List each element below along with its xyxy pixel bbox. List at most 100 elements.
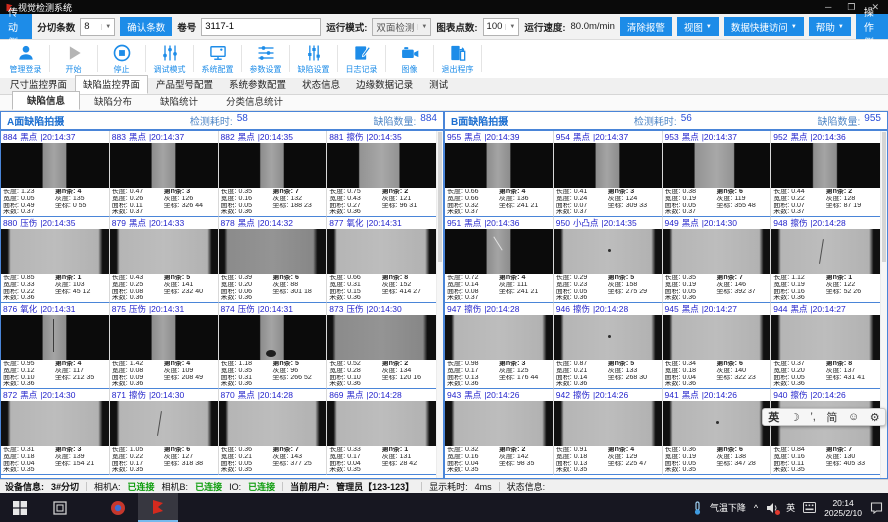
taskbar-clock[interactable]: 20:14 2025/2/10: [824, 498, 862, 518]
defect-cell[interactable]: 944 黑点 |20:14:27 长度:0.37 宽度:0.20 面积:0.05…: [771, 303, 880, 389]
defect-cell[interactable]: 955 黑点 |20:14:39 长度:0.66 宽度:0.66 面积:0.32…: [445, 131, 554, 217]
defect-image[interactable]: [1, 315, 109, 360]
defect-image[interactable]: [771, 143, 880, 188]
defect-image[interactable]: [445, 143, 553, 188]
defect-cell[interactable]: 949 黑点 |20:14:30 长度:0.35 宽度:0.19 面积:0.05…: [663, 217, 772, 303]
defect-image[interactable]: [1, 229, 109, 274]
defect-cell[interactable]: 948 擦伤 |20:14:28 长度:1.12 宽度:0.19 面积:0.16…: [771, 217, 880, 303]
defect-image[interactable]: [327, 401, 436, 446]
weather-text[interactable]: 气温下降: [710, 501, 746, 514]
defect-image[interactable]: [219, 315, 327, 360]
image-button[interactable]: 图像: [386, 42, 433, 75]
subtab-defect-info[interactable]: 缺陷信息: [12, 91, 80, 110]
confirm-count-button[interactable]: 确认条数: [120, 17, 172, 36]
defect-cell[interactable]: 875 压伤 |20:14:31 长度:1.42 宽度:0.08 面积:0.09…: [110, 303, 219, 389]
scrollbar-thumb[interactable]: [882, 132, 886, 262]
task-view-button[interactable]: [40, 493, 80, 522]
scrollbar-a[interactable]: [436, 131, 443, 478]
tab-test[interactable]: 测试: [421, 75, 456, 94]
tab-defect-monitor[interactable]: 缺陷监控界面: [75, 75, 148, 94]
scrollbar-thumb[interactable]: [438, 132, 442, 262]
defect-cell[interactable]: 879 黑点 |20:14:33 长度:0.43 宽度:0.25 面积:0.08…: [110, 217, 219, 303]
defect-image[interactable]: [1, 401, 109, 446]
defect-cell[interactable]: 877 氧化 |20:14:31 长度:0.66 宽度:0.31 面积:0.15…: [327, 217, 436, 303]
help-menu-button[interactable]: 帮助 ▼: [809, 17, 851, 36]
defect-image[interactable]: [663, 401, 771, 446]
defect-image[interactable]: [219, 229, 327, 274]
defect-image[interactable]: [327, 229, 436, 274]
touch-keyboard-icon[interactable]: [803, 502, 816, 513]
defect-cell[interactable]: 872 黑点 |20:14:30 长度:0.31 宽度:0.18 面积:0.04…: [1, 389, 110, 475]
defect-image[interactable]: [110, 401, 218, 446]
defect-cell[interactable]: 954 黑点 |20:14:37 长度:0.41 宽度:0.24 面积:0.07…: [554, 131, 663, 217]
start-button[interactable]: [0, 493, 40, 522]
subtab-class-info-statistics[interactable]: 分类信息统计: [212, 93, 297, 110]
maximize-button[interactable]: ❐: [847, 2, 855, 13]
run-mode-select[interactable]: 双面检测 ▼: [372, 18, 431, 36]
defect-image[interactable]: [663, 229, 771, 274]
gear-icon[interactable]: ⚙: [870, 411, 880, 424]
data-quick-access-button[interactable]: 数据快捷访问 ▼: [724, 17, 804, 36]
defect-image[interactable]: [110, 229, 218, 274]
defect-image[interactable]: [110, 143, 218, 188]
defect-image[interactable]: [554, 401, 662, 446]
admin-login-button[interactable]: 管理登录: [2, 42, 49, 75]
tab-edge-data-record[interactable]: 边缘数据记录: [348, 75, 421, 94]
defect-cell[interactable]: 876 氧化 |20:14:31 长度:0.95 宽度:0.12 面积:0.10…: [1, 303, 110, 389]
debug-mode-button[interactable]: 调试模式: [146, 42, 193, 75]
exit-program-button[interactable]: 退出程序: [434, 42, 481, 75]
defect-image[interactable]: [110, 315, 218, 360]
defect-cell[interactable]: 945 黑点 |20:14:27 长度:0.34 宽度:0.18 面积:0.04…: [663, 303, 772, 389]
defect-cell[interactable]: 869 黑点 |20:14:28 长度:0.33 宽度:0.17 面积:0.04…: [327, 389, 436, 475]
defect-cell[interactable]: 950 小凸点 |20:14:35 长度:0.29 宽度:0.23 面积:0.0…: [554, 217, 663, 303]
ime-simplified-toggle[interactable]: 简: [826, 409, 837, 425]
defect-cell[interactable]: 942 擦伤 |20:14:26 长度:0.91 宽度:0.18 面积:0.13…: [554, 389, 663, 475]
defect-cell[interactable]: 947 擦伤 |20:14:28 长度:0.98 宽度:0.17 面积:0.13…: [445, 303, 554, 389]
parameter-settings-button[interactable]: 参数设置: [242, 42, 289, 75]
ime-mode-toggle[interactable]: 英: [768, 409, 779, 425]
defect-image[interactable]: [445, 229, 553, 274]
defect-cell[interactable]: 881 擦伤 |20:14:35 长度:0.75 宽度:0.43 面积:0.27…: [327, 131, 436, 217]
defect-image[interactable]: [554, 143, 662, 188]
taskbar-app-inspection[interactable]: [138, 493, 178, 522]
defect-cell[interactable]: 878 黑点 |20:14:32 长度:0.39 宽度:0.20 面积:0.06…: [219, 217, 328, 303]
defect-cell[interactable]: 951 黑点 |20:14:36 长度:0.72 宽度:0.14 面积:0.08…: [445, 217, 554, 303]
emoji-icon[interactable]: ☺: [848, 411, 859, 423]
subtab-defect-statistics[interactable]: 缺陷统计: [146, 93, 212, 110]
defect-image[interactable]: [663, 315, 771, 360]
clear-alarm-button[interactable]: 清除报警: [620, 17, 672, 36]
taskbar-app-browser[interactable]: [98, 493, 138, 522]
notification-center-icon[interactable]: [870, 502, 883, 514]
view-menu-button[interactable]: 视图 ▼: [677, 17, 719, 36]
defect-cell[interactable]: 871 擦伤 |20:14:30 长度:1.05 宽度:0.22 面积:0.17…: [110, 389, 219, 475]
defect-cell[interactable]: 952 黑点 |20:14:36 长度:0.44 宽度:0.22 面积:0.07…: [771, 131, 880, 217]
defect-image[interactable]: [554, 315, 662, 360]
defect-image[interactable]: [663, 143, 771, 188]
tray-expand-chevron[interactable]: ^: [754, 503, 758, 513]
defect-image[interactable]: [219, 401, 327, 446]
system-config-button[interactable]: 系统配置: [194, 42, 241, 75]
tab-status-info[interactable]: 状态信息: [294, 75, 348, 94]
defect-settings-button[interactable]: 缺陷设置: [290, 42, 337, 75]
defect-cell[interactable]: 941 黑点 |20:14:26 长度:0.36 宽度:0.19 面积:0.05…: [663, 389, 772, 475]
ime-punctuation-toggle[interactable]: ’,: [810, 411, 816, 423]
defect-cell[interactable]: 882 黑点 |20:14:35 长度:0.35 宽度:0.16 面积:0.05…: [219, 131, 328, 217]
defect-cell[interactable]: 953 黑点 |20:14:37 长度:0.38 宽度:0.19 面积:0.05…: [663, 131, 772, 217]
stop-button[interactable]: 停止: [98, 42, 145, 75]
chart-points-select[interactable]: 100 ▼: [483, 18, 520, 36]
tab-product-model-config[interactable]: 产品型号配置: [148, 75, 221, 94]
defect-cell[interactable]: 873 压伤 |20:14:30 长度:0.52 宽度:0.28 面积:0.10…: [327, 303, 436, 389]
defect-image[interactable]: [327, 315, 436, 360]
defect-cell[interactable]: 946 擦伤 |20:14:28 长度:0.87 宽度:0.21 面积:0.14…: [554, 303, 663, 389]
start-button[interactable]: 开始: [50, 42, 97, 75]
log-record-button[interactable]: 日志记录: [338, 42, 385, 75]
defect-image[interactable]: [327, 143, 436, 188]
defect-cell[interactable]: 874 压伤 |20:14:31 长度:1.18 宽度:0.35 面积:0.31…: [219, 303, 328, 389]
speaker-icon[interactable]: [766, 502, 778, 514]
defect-cell[interactable]: 943 黑点 |20:14:26 长度:0.32 宽度:0.16 面积:0.04…: [445, 389, 554, 475]
defect-cell[interactable]: 884 黑点 |20:14:37 长度:1.23 宽度:0.05 面积:0.49…: [1, 131, 110, 217]
ime-language-indicator[interactable]: 英: [786, 501, 795, 514]
defect-cell[interactable]: 940 擦伤 |20:14:26 长度:0.84 宽度:0.16 面积:0.11…: [771, 389, 880, 475]
defect-image[interactable]: [219, 143, 327, 188]
minimize-button[interactable]: ─: [825, 2, 831, 13]
